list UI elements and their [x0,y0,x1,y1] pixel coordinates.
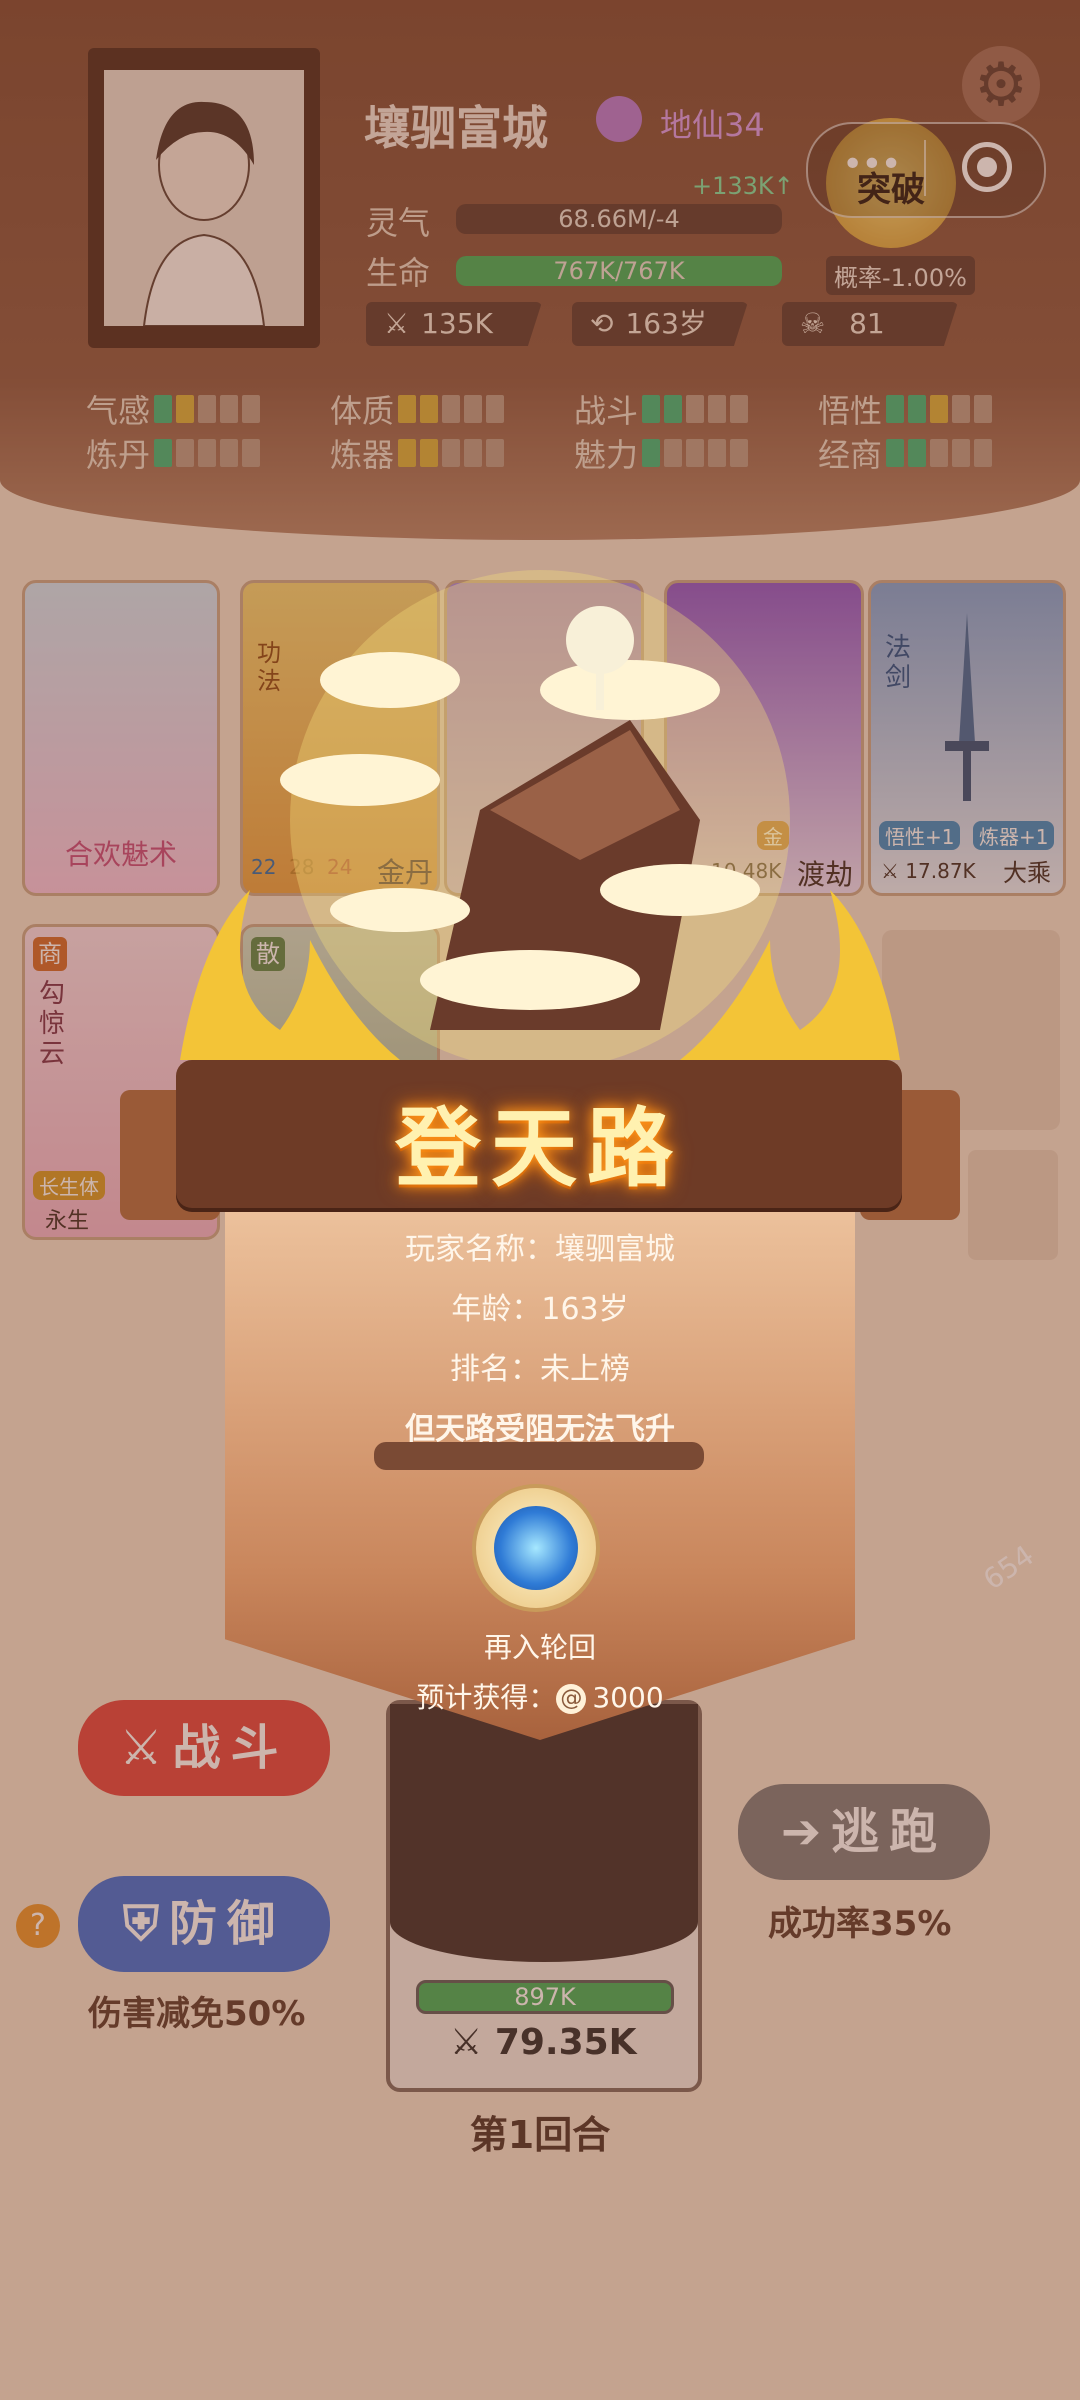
age-line: 年龄：163岁 [451,1292,629,1327]
floating-island-art [180,570,900,1070]
player-name-line: 玩家名称：壤驷富城 [405,1232,675,1267]
reward-label: 预计获得： [416,1681,557,1714]
divider-bar [374,1442,704,1470]
reward-line: 预计获得： @3000 [225,1676,855,1716]
reincarnate-label: 再入轮回 [483,1631,596,1664]
reincarnate-button[interactable] [476,1488,596,1608]
rank-line: 排名：未上榜 [450,1352,630,1387]
vortex-icon [494,1506,578,1590]
popup-title: 登天路 [395,1098,683,1199]
spiral-currency-icon: @ [556,1684,587,1714]
reward-value: 3000 [592,1681,664,1714]
